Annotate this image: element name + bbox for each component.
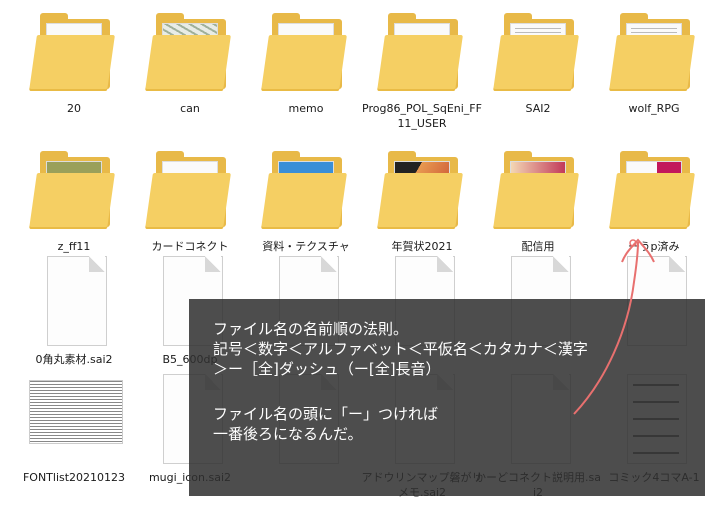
item-label: 0角丸素材.sai2: [35, 353, 113, 366]
item-label: 年賀状2021: [391, 240, 453, 253]
folder-icon: [247, 143, 365, 235]
item-label: can: [180, 102, 200, 115]
file-icon: [15, 256, 133, 348]
file-icon: [15, 374, 133, 466]
folder-icon: [595, 143, 713, 235]
folder-icon: [363, 5, 481, 97]
folder-icon: [479, 143, 597, 235]
folder-icon: [247, 5, 365, 97]
caption-line: ファイル名の頭に「ー」つければ: [213, 405, 439, 423]
item-label: 配信用: [521, 240, 555, 253]
item-label: memo: [288, 102, 324, 115]
folder-icon: [15, 143, 133, 235]
item-label: SAI2: [525, 102, 551, 115]
folder-icon: [595, 5, 713, 97]
caption-line: ファイル名の名前順の法則。: [213, 320, 409, 338]
item-label: wolf_RPG: [628, 102, 680, 115]
caption-line: 記号＜数字＜アルファベット＜平仮名＜カタカナ＜漢字: [213, 340, 588, 358]
folder-icon: [15, 5, 133, 97]
item-label: 20: [67, 102, 81, 115]
folder-icon: [363, 143, 481, 235]
caption-line: ＞ー［全]ダッシュ（ー[全]長音）: [213, 360, 441, 378]
item-label: カードコネクト: [151, 240, 229, 253]
folder-icon: [479, 5, 597, 97]
item-label: z_ff11: [57, 240, 91, 253]
item-label: FONTlist20210123: [22, 471, 126, 484]
caption-overlay: ファイル名の名前順の法則。 記号＜数字＜アルファベット＜平仮名＜カタカナ＜漢字 …: [189, 299, 705, 496]
folder-icon: [131, 5, 249, 97]
caption-line: 一番後ろになるんだ。: [213, 425, 363, 443]
item-label: 一うp済み: [628, 240, 680, 253]
folder-icon: [131, 143, 249, 235]
item-label: Prog86_POL_SqEni_FF11_USER: [362, 102, 482, 130]
item-label: 資料・テクスチャ: [262, 240, 350, 253]
